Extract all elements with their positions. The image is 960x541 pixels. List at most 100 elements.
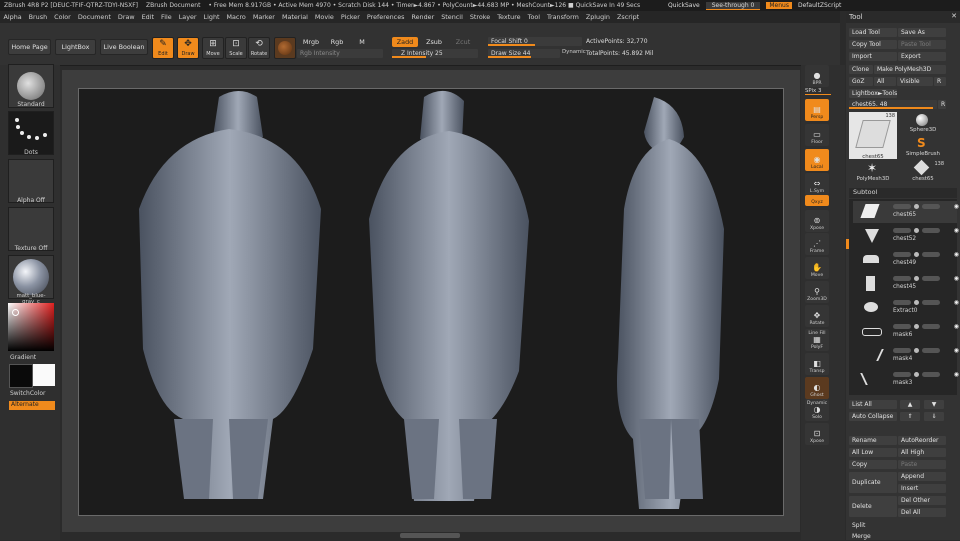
- close-icon[interactable]: ✕: [951, 12, 957, 20]
- subtool-toggle[interactable]: [922, 348, 940, 353]
- menu-light[interactable]: Light: [200, 13, 223, 21]
- ghost-button[interactable]: ◐ Ghost: [805, 377, 829, 399]
- del-other-button[interactable]: Del Other: [898, 496, 946, 505]
- persp-button[interactable]: ▤ Persp: [805, 99, 829, 121]
- viewport-scrollbar[interactable]: [400, 533, 460, 538]
- subtool-row-extract0[interactable]: ◉ Extract0: [853, 297, 959, 319]
- menu-layer[interactable]: Layer: [175, 13, 200, 21]
- del-all-button[interactable]: Del All: [898, 508, 946, 517]
- rename-button[interactable]: Rename: [849, 436, 897, 445]
- subtool-toggle[interactable]: [922, 252, 940, 257]
- menu-zplugin[interactable]: Zplugin: [582, 13, 613, 21]
- eye-icon[interactable]: ◉: [954, 371, 959, 378]
- subtool-row-chest52[interactable]: ◉ chest52: [853, 225, 959, 247]
- menu-file[interactable]: File: [158, 13, 176, 21]
- move-down-button[interactable]: ⇓: [924, 412, 944, 421]
- zsub-button[interactable]: Zsub: [421, 37, 447, 47]
- material-swatch-button[interactable]: [274, 37, 296, 59]
- eye-icon[interactable]: ◉: [954, 251, 959, 258]
- menu-zscript[interactable]: Zscript: [614, 13, 643, 21]
- lightbox-tools-button[interactable]: Lightbox►Tools: [849, 89, 897, 98]
- subtool-dot[interactable]: [914, 252, 919, 257]
- all-high-button[interactable]: All High: [898, 448, 946, 457]
- subtool-row-mask4[interactable]: ◉ mask4: [853, 345, 959, 367]
- delete-button[interactable]: Delete: [849, 496, 897, 517]
- color-picker-handle[interactable]: [12, 309, 19, 316]
- menus-button[interactable]: Menus: [766, 2, 792, 9]
- xpose-sym-button[interactable]: ⊡ Xpose: [805, 423, 829, 445]
- eye-icon[interactable]: ◉: [954, 347, 959, 354]
- subtool-row-mask6[interactable]: ◉ mask6: [853, 321, 959, 343]
- clone-button[interactable]: Clone: [849, 65, 873, 74]
- menu-picker[interactable]: Picker: [337, 13, 363, 21]
- tool-thumb-polymesh3d[interactable]: ✶ PolyMesh3D: [849, 160, 897, 184]
- local-button[interactable]: ◉ Local: [805, 149, 829, 171]
- subtool-dot[interactable]: [914, 228, 919, 233]
- paste-subtool-button[interactable]: Paste: [898, 460, 946, 469]
- seethrough-slider[interactable]: See-through 0: [705, 1, 761, 10]
- subtool-row-chest45[interactable]: ◉ chest45: [853, 273, 959, 295]
- subtool-dot[interactable]: [914, 348, 919, 353]
- color-picker[interactable]: [8, 303, 54, 351]
- rotate-mode-button[interactable]: ⟲ Rotate: [248, 37, 270, 59]
- home-page-button[interactable]: Home Page: [8, 39, 51, 55]
- menu-edit[interactable]: Edit: [138, 13, 157, 21]
- duplicate-button[interactable]: Duplicate: [849, 472, 897, 493]
- menu-stencil[interactable]: Stencil: [438, 13, 467, 21]
- subtool-dot[interactable]: [914, 204, 919, 209]
- tool-thumb-sphere3d[interactable]: Sphere3D: [900, 112, 946, 134]
- subtool-row-mask3[interactable]: ◉ mask3: [853, 369, 959, 391]
- zoom3d-button[interactable]: ⚲ Zoom3D: [805, 281, 829, 303]
- eye-icon[interactable]: ◉: [954, 299, 959, 306]
- goz-button[interactable]: GoZ: [849, 77, 873, 86]
- subtool-toggle[interactable]: [893, 204, 911, 209]
- rgb-button[interactable]: Rgb: [327, 37, 347, 47]
- subtool-toggle[interactable]: [922, 300, 940, 305]
- tool-thumb-chest65-small[interactable]: 138 chest65: [900, 159, 946, 184]
- xpose-button[interactable]: ⊚ Xpose: [805, 210, 829, 232]
- quicksave-button[interactable]: QuickSave: [668, 2, 700, 9]
- subtool-dot[interactable]: [914, 276, 919, 281]
- subtool-toggle[interactable]: [893, 300, 911, 305]
- subtool-toggle[interactable]: [922, 204, 940, 209]
- move-up-button[interactable]: ⇑: [900, 412, 920, 421]
- menu-render[interactable]: Render: [408, 13, 438, 21]
- draw-size-slider[interactable]: Draw Size 44: [488, 49, 560, 58]
- arrow-down-button[interactable]: ▼: [924, 400, 944, 409]
- lightbox-button[interactable]: LightBox: [55, 39, 96, 55]
- menu-macro[interactable]: Macro: [223, 13, 249, 21]
- goz-visible-button[interactable]: Visible: [897, 77, 933, 86]
- copy-subtool-button[interactable]: Copy: [849, 460, 897, 469]
- m-button[interactable]: M: [355, 37, 369, 47]
- tool-thumb-chest65[interactable]: 138 chest65: [849, 112, 897, 160]
- subtool-dot[interactable]: [914, 324, 919, 329]
- copy-tool-button[interactable]: Copy Tool: [849, 40, 897, 49]
- subtool-toggle[interactable]: [922, 324, 940, 329]
- move-view-button[interactable]: ✋ Move: [805, 257, 829, 279]
- move-mode-button[interactable]: ⊞ Move: [202, 37, 224, 59]
- subtool-toggle[interactable]: [922, 372, 940, 377]
- switch-color-button[interactable]: SwitchColor: [10, 390, 56, 397]
- draw-mode-button[interactable]: ✥ Draw: [177, 37, 199, 59]
- current-tool-slider[interactable]: chest65. 48: [849, 100, 937, 109]
- subtool-toggle[interactable]: [922, 228, 940, 233]
- menu-preferences[interactable]: Preferences: [363, 13, 408, 21]
- make-polymesh-button[interactable]: Make PolyMesh3D: [874, 65, 946, 74]
- menu-brush[interactable]: Brush: [25, 13, 50, 21]
- primary-color-swatch[interactable]: [33, 364, 55, 386]
- load-tool-button[interactable]: Load Tool: [849, 28, 897, 37]
- document-canvas[interactable]: [78, 88, 784, 516]
- paste-tool-button[interactable]: Paste Tool: [898, 40, 946, 49]
- dynamic-toggle[interactable]: Dynamic: [562, 49, 586, 55]
- append-button[interactable]: Append: [898, 472, 946, 481]
- polyf-button[interactable]: Line Fill ▦ PolyF: [805, 329, 829, 351]
- spix-slider[interactable]: SPix 3: [805, 88, 831, 95]
- xyz-button[interactable]: Qxyz: [805, 195, 829, 206]
- all-low-button[interactable]: All Low: [849, 448, 897, 457]
- menu-draw[interactable]: Draw: [114, 13, 138, 21]
- save-as-button[interactable]: Save As: [898, 28, 946, 37]
- subtool-header[interactable]: Subtool: [849, 188, 957, 198]
- subtool-toggle[interactable]: [893, 276, 911, 281]
- tool-thumb-simplebrush[interactable]: S SimpleBrush: [900, 135, 946, 159]
- eye-icon[interactable]: ◉: [954, 275, 959, 282]
